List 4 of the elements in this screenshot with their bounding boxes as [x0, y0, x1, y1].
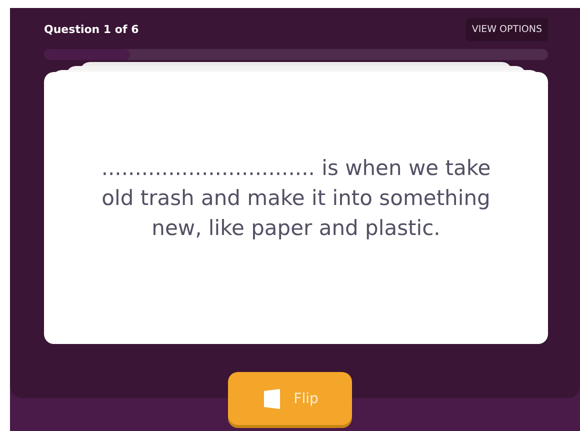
card-icon [262, 388, 282, 410]
card-text: ................................ is when we take old trash and make it into something new, like paper and plastic. [100, 155, 492, 242]
view-options-button[interactable]: VIEW OPTIONS [466, 18, 548, 40]
question-counter: Question 1 of 6 [44, 22, 139, 36]
